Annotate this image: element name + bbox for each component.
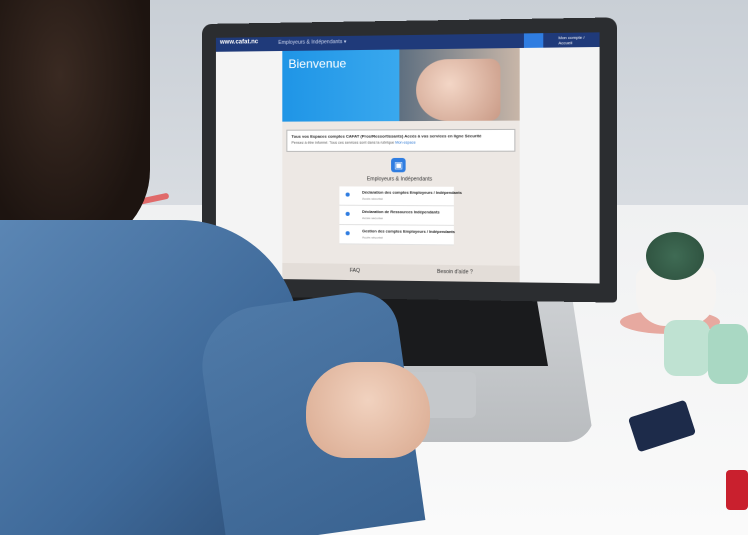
hero-banner: Bienvenue [282,47,520,122]
notice-text: Pensez à être informé: Tous ces services… [291,141,415,145]
notice-heading: Tous vos Espaces comptes CAFAT (Pros/Res… [291,133,482,139]
services-list: Déclaration des comptes Employeurs / Ind… [339,186,462,246]
service-sub: Accès sécurisé [362,235,383,240]
bullet-icon [345,231,350,236]
hero-title: Bienvenue [288,56,347,72]
briefcase-icon: ▣ [391,157,406,173]
service-item[interactable]: Déclaration de Ressources Indépendants A… [339,205,454,226]
breadcrumb[interactable]: Employeurs & Indépendants ▾ [278,39,346,46]
hands-on-keyboard-image [416,58,501,122]
notice-box: Tous vos Espaces comptes CAFAT (Pros/Res… [286,128,516,152]
service-item[interactable]: Déclaration des comptes Employeurs / Ind… [339,186,462,207]
cactus [646,232,704,280]
notice-body: Pensez à être informé: Tous ces services… [291,140,395,145]
home-icon[interactable] [523,33,544,48]
account-link[interactable]: Mon compte / Accueil [558,34,595,46]
person-hand [306,362,430,458]
service-sub: Accès sécurisé [362,216,383,221]
service-label: Déclaration des comptes Employeurs / Ind… [362,190,462,196]
section-title: Employeurs & Indépendants [366,176,433,183]
bullet-icon [345,192,350,197]
briefcase-glyph: ▣ [394,160,404,171]
service-sub: Accès sécurisé [362,196,383,201]
laptop-screen: www.cafat.nc Employeurs & Indépendants ▾… [215,32,600,284]
site-logo[interactable]: www.cafat.nc [220,39,258,46]
service-label: Gestion des comptes Employeurs / Indépen… [362,229,455,235]
page-content: Bienvenue Tous vos Espaces comptes CAFAT… [282,47,520,283]
photo-scene: www.cafat.nc Employeurs & Indépendants ▾… [0,0,748,535]
service-label: Déclaration de Ressources Indépendants [362,209,440,215]
notice-link[interactable]: Mon espace [395,141,415,145]
bullet-icon [345,211,350,216]
service-item[interactable]: Gestion des comptes Employeurs / Indépen… [339,225,455,246]
person-hair [0,0,150,250]
help-link[interactable]: Besoin d'aide ? [437,269,473,276]
red-phone [726,470,748,510]
mint-candle [664,320,710,376]
mint-candle [708,324,748,384]
faq-link[interactable]: FAQ [350,268,360,274]
footer-strip: FAQ Besoin d'aide ? [282,262,520,283]
